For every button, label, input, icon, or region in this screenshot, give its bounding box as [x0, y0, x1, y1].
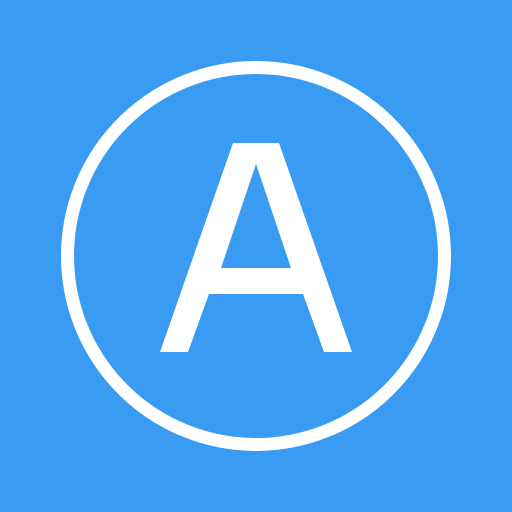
letter-a-icon — [160, 143, 352, 352]
app-icon: A — [0, 0, 512, 512]
